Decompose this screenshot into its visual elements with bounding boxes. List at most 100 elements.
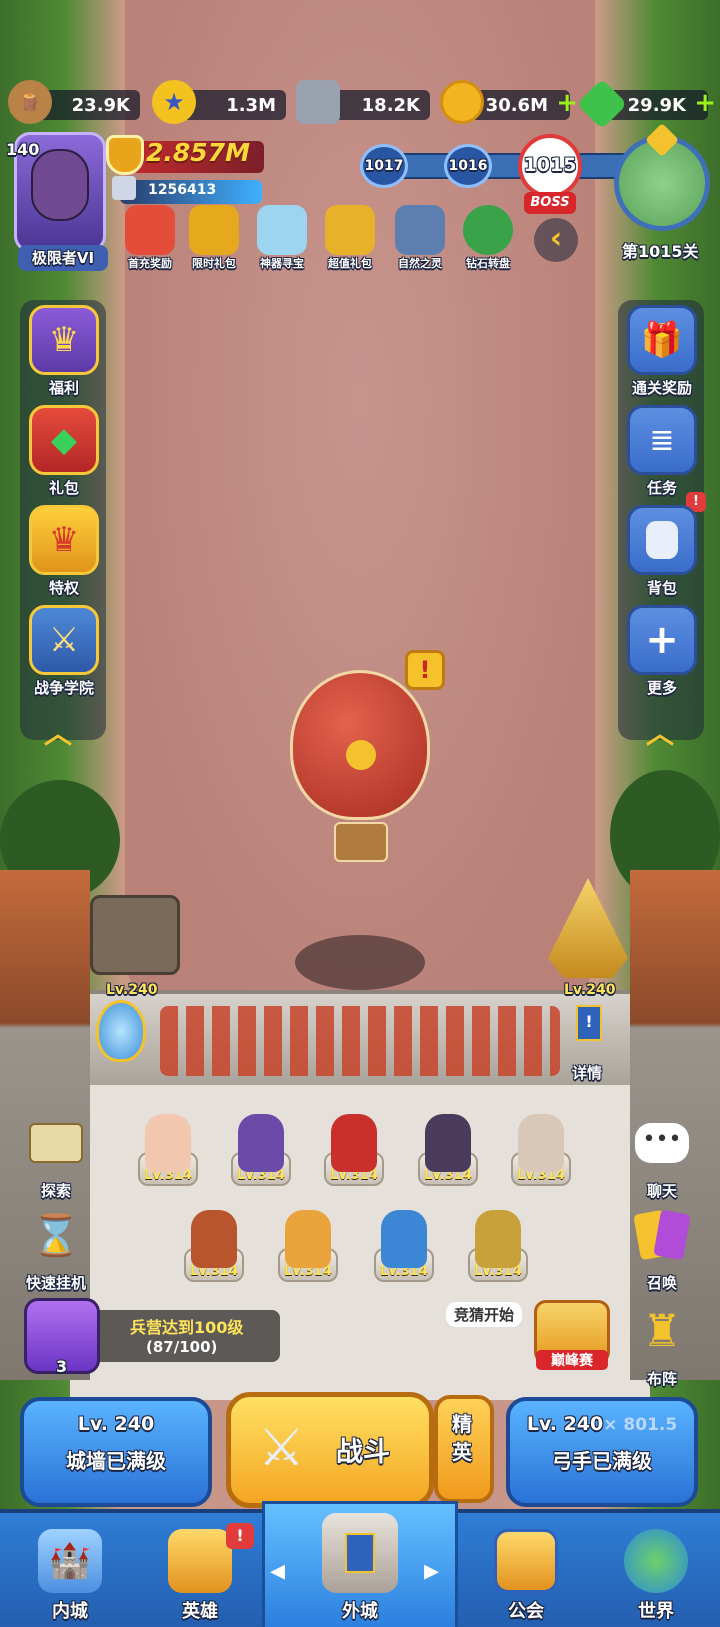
cupid-hero <box>145 1114 191 1172</box>
backpack-button[interactable]: 背包 <box>614 505 710 598</box>
event-label: 限时礼包 <box>192 257 236 270</box>
hero-slot-3[interactable]: Lv.314 <box>322 1114 386 1201</box>
nav-label: 世界 <box>638 1601 674 1622</box>
quiz-bubble[interactable]: 竞猜开始 <box>446 1302 523 1327</box>
left-collapse-arrow[interactable]: ︿ <box>44 712 72 752</box>
nav-world[interactable]: 世界 <box>596 1513 716 1627</box>
war-academy-label: 战争学院 <box>33 679 94 697</box>
welfare-label: 福利 <box>48 379 79 397</box>
quick-idle-button[interactable]: ⌛ 快速挂机 <box>8 1200 104 1293</box>
event-nature-spirit[interactable]: 自然之灵 <box>388 205 452 271</box>
santa-hero <box>331 1114 377 1172</box>
peak-match-label: 巅峰赛 <box>536 1350 608 1370</box>
wood-value: 23.9K <box>71 94 130 116</box>
barracks-goal: 兵营达到100级 <box>130 1318 244 1337</box>
bottom-navigation: 🏰 内城 英雄 ! ◂ 外城 ▸ 公会 世界 <box>0 1501 720 1627</box>
gift-pack-label: 礼包 <box>48 479 79 497</box>
backpack-label: 背包 <box>646 579 677 597</box>
nav-label: 外城 <box>342 1601 378 1622</box>
map-scroll-icon <box>21 1108 91 1178</box>
fist-power-icon <box>106 135 144 175</box>
gift-box-icon: ◆ <box>29 405 99 475</box>
battle-label: 战斗 <box>336 1437 390 1468</box>
archer-status: 弓手已满级 <box>552 1449 652 1473</box>
nav-next-arrow[interactable]: ▸ <box>424 1553 439 1588</box>
details-label[interactable]: 详情 <box>572 1062 602 1083</box>
event-artifact-hunt[interactable]: 神器寻宝 <box>250 205 314 271</box>
event-label: 自然之灵 <box>398 257 442 270</box>
knight-helmet-icon <box>168 1529 232 1593</box>
fortress-banner-icon <box>322 1513 398 1593</box>
stage-reward-button[interactable]: 🎁 通关奖励 <box>614 305 710 398</box>
hero-slot-4[interactable]: Lv.314 <box>416 1114 480 1201</box>
boss-badge: BOSS <box>524 192 576 214</box>
spartan-hero <box>191 1210 237 1268</box>
privilege-button[interactable]: ♛ 特权 <box>16 505 112 598</box>
crown-shield-icon: ♛ <box>29 305 99 375</box>
ballista-tower[interactable] <box>90 895 180 975</box>
hero-slot-9[interactable]: Lv.314 <box>466 1210 530 1297</box>
medal-value: 1.3M <box>226 94 276 116</box>
crossed-swords-icon: ⚔ <box>258 1418 305 1478</box>
details-banner-icon[interactable]: ! <box>576 1005 602 1041</box>
nav-guild[interactable]: 公会 <box>466 1513 586 1627</box>
iron-value: 18.2K <box>361 94 420 116</box>
hero-slot-2[interactable]: Lv.314 <box>229 1114 293 1201</box>
event-value-pack[interactable]: 超值礼包 <box>318 205 382 271</box>
event-label: 钻石转盘 <box>466 257 510 270</box>
quest-button[interactable]: ≣ 任务 <box>614 405 710 498</box>
hourglass-icon: ⌛ <box>31 1212 81 1259</box>
hero-slot-7[interactable]: Lv.314 <box>276 1210 340 1297</box>
hero-slot-1[interactable]: Lv.314 <box>136 1114 200 1201</box>
nav-inner-city[interactable]: 🏰 内城 <box>10 1513 130 1627</box>
hero-slot-6[interactable]: Lv.314 <box>182 1210 246 1297</box>
formation-button[interactable]: ♜ 布阵 <box>614 1296 710 1389</box>
event-diamond-wheel[interactable]: 钻石转盘 <box>456 205 520 271</box>
plus-icon: + <box>627 605 697 675</box>
summon-button[interactable]: 召唤 <box>614 1200 710 1293</box>
add-gem-plus-icon[interactable]: + <box>694 90 716 116</box>
archer-bonus: × 801.5 <box>603 1415 678 1435</box>
gift-pack-button[interactable]: ◆ 礼包 <box>16 405 112 498</box>
wall-status: 城墙已满级 <box>66 1449 166 1473</box>
gift-box-icon: 🎁 <box>627 305 697 375</box>
gem-value: 29.9K <box>627 94 686 116</box>
castle-small-icon <box>112 176 136 200</box>
chat-bubble-icon: ••• <box>627 1108 697 1178</box>
wall-level-panel[interactable]: Lv. 240 城墙已满级 <box>20 1397 212 1507</box>
event-label: 首充奖励 <box>128 257 172 270</box>
right-collapse-arrow[interactable]: ︿ <box>646 712 674 752</box>
balloon-emblem-icon <box>346 740 376 770</box>
event-first-recharge[interactable]: 首充奖励 <box>118 205 182 271</box>
power-value: 2.857M <box>146 138 250 167</box>
star-medal-icon: ★ <box>152 80 196 124</box>
crown-badge-icon: ♛ <box>29 505 99 575</box>
dark-knight-hero <box>238 1114 284 1172</box>
blue-egg-icon[interactable] <box>96 1000 146 1062</box>
iron-ingot-icon <box>296 80 340 124</box>
nav-outer-city[interactable]: 外城 <box>300 1513 420 1627</box>
hero-slot-8[interactable]: Lv.314 <box>372 1210 436 1297</box>
collapse-events-button[interactable]: ‹ <box>534 218 578 262</box>
nav-label: 公会 <box>508 1601 544 1622</box>
formation-label: 布阵 <box>646 1370 677 1388</box>
chat-button[interactable]: ••• 聊天 <box>614 1108 710 1201</box>
barracks-count: (87/100) <box>146 1338 218 1356</box>
add-gold-plus-icon[interactable]: + <box>556 90 578 116</box>
explore-button[interactable]: 探索 <box>8 1108 104 1201</box>
more-button[interactable]: + 更多 <box>614 605 710 698</box>
gold-coin-icon <box>440 80 484 124</box>
left-tower-level: Lv.240 <box>106 982 158 998</box>
avatar-face <box>31 149 89 221</box>
event-limited-pack[interactable]: 限时礼包 <box>182 205 246 271</box>
chess-rook-icon: ♜ <box>642 1305 682 1357</box>
scroll-list-icon: ≣ <box>627 405 697 475</box>
more-label: 更多 <box>646 679 677 697</box>
welfare-button[interactable]: ♛ 福利 <box>16 305 112 398</box>
nav-prev-arrow[interactable]: ◂ <box>270 1553 285 1588</box>
nav-label: 内城 <box>52 1601 88 1622</box>
hero-slot-5[interactable]: Lv.314 <box>509 1114 573 1201</box>
war-academy-button[interactable]: ⚔ 战争学院 <box>16 605 112 698</box>
archer-level-panel[interactable]: Lv. 240× 801.5 弓手已满级 <box>506 1397 698 1507</box>
explore-label: 探索 <box>40 1182 71 1200</box>
